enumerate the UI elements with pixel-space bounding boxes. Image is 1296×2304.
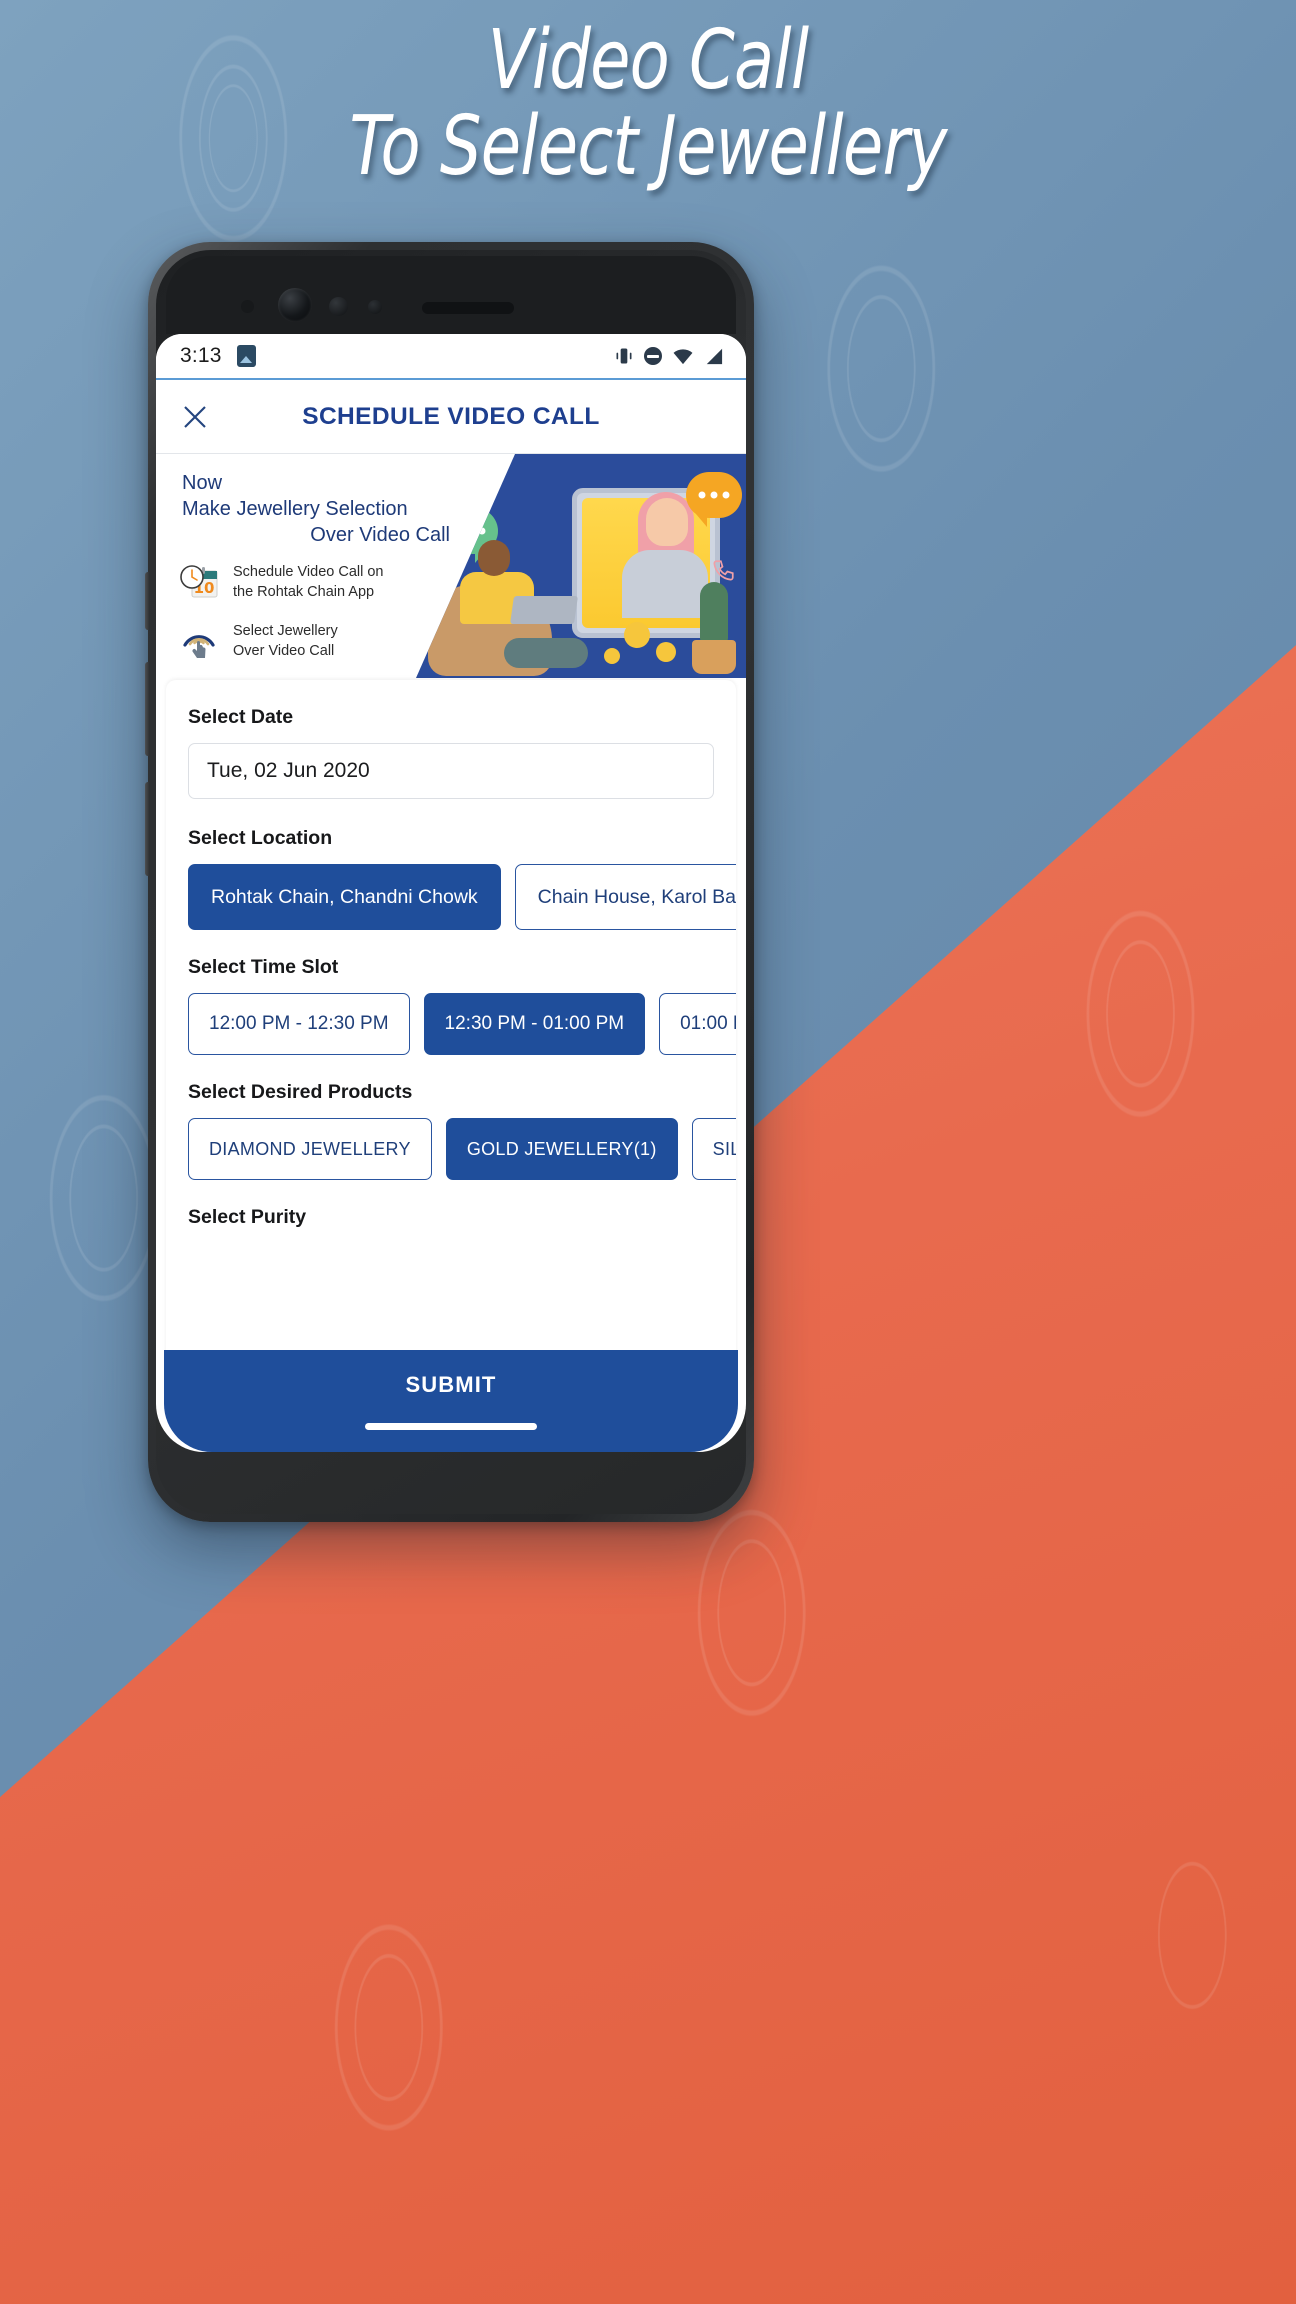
signal-icon <box>706 348 723 365</box>
app-header: SCHEDULE VIDEO CALL <box>156 380 746 454</box>
banner-line-2: Make Jewellery Selection <box>182 498 408 520</box>
date-input-value: Tue, 02 Jun 2020 <box>207 759 370 782</box>
phone-mockup: 3:13 SCHEDULE VIDEO CALL Now Make Jewell… <box>145 242 754 1522</box>
promo-banner: Now Make Jewellery Selection Over Video … <box>156 454 746 678</box>
select-location-label: Select Location <box>188 827 333 849</box>
illustration-coin <box>624 622 650 648</box>
video-camera-icon <box>452 462 497 484</box>
do-not-disturb-icon <box>644 347 662 365</box>
illustration-woman-head <box>646 498 688 546</box>
banner-feature-list: 10 Schedule Video Call on the Rohtak Cha… <box>178 562 383 678</box>
ellipsis-dots-icon <box>454 527 486 535</box>
banner-illustration <box>416 454 746 678</box>
tap-select-icon <box>178 621 220 663</box>
wifi-icon <box>673 349 693 365</box>
illustration-man-legs <box>504 638 588 668</box>
earpiece-speaker <box>422 302 514 314</box>
submit-button[interactable]: SUBMIT <box>406 1372 497 1398</box>
illustration-woman-body <box>622 550 708 618</box>
feature-text: Select Jewellery Over Video Call <box>233 622 338 661</box>
illustration-laptop <box>510 596 578 624</box>
home-indicator[interactable] <box>365 1423 537 1430</box>
status-bar-icons <box>614 346 724 366</box>
illustration-plant-pot <box>692 640 736 674</box>
feature-line-1: Schedule Video Call on <box>233 564 384 581</box>
status-bar-time: 3:13 <box>180 344 222 367</box>
location-chip-selected[interactable]: Rohtak Chain, Chandni Chowk <box>188 864 501 930</box>
illustration-chat-bubble-orange <box>686 472 742 527</box>
select-time-slot-label: Select Time Slot <box>188 956 339 978</box>
banner-line-now: Now <box>182 472 223 494</box>
feature-item: Select Jewellery Over Video Call <box>178 621 383 663</box>
phone-volume-down-button <box>145 782 150 876</box>
screenshot-icon <box>236 345 256 367</box>
product-chip[interactable]: SILVER JEWELLERY <box>691 1118 736 1180</box>
illustration-coin <box>656 642 676 662</box>
feature-item: 10 Schedule Video Call on the Rohtak Cha… <box>178 562 383 604</box>
select-purity-label: Select Purity <box>188 1206 307 1228</box>
phone-top-bezel <box>166 256 736 334</box>
page-title: SCHEDULE VIDEO CALL <box>302 402 600 430</box>
feature-line-2: the Rohtak Chain App <box>233 584 375 600</box>
phone-volume-up-button <box>145 662 150 756</box>
phone-call-icon <box>713 560 734 581</box>
close-icon[interactable] <box>180 402 210 432</box>
illustration-man-head <box>478 540 510 576</box>
date-input[interactable]: Tue, 02 Jun 2020 <box>188 743 714 799</box>
feature-text: Schedule Video Call on the Rohtak Chain … <box>233 563 383 602</box>
front-camera-icon <box>278 288 312 322</box>
secondary-camera-icon <box>329 297 348 316</box>
phone-side-button-top <box>145 572 150 630</box>
time-slot-chip-row[interactable]: 12:00 PM - 12:30 PM 12:30 PM - 01:00 PM … <box>188 993 736 1055</box>
time-slot-chip[interactable]: 12:00 PM - 12:30 PM <box>188 993 410 1055</box>
submit-bar: SUBMIT <box>164 1350 738 1452</box>
page-root: Video Call To Select Jewellery 3:13 SCHE… <box>0 0 1296 2304</box>
time-slot-chip[interactable]: 01:00 PM - 01:30 PM <box>659 993 736 1055</box>
select-date-label: Select Date <box>188 706 294 728</box>
product-chip-row[interactable]: DIAMOND JEWELLERY GOLD JEWELLERY(1) SILV… <box>188 1118 736 1180</box>
proximity-sensor-icon <box>368 300 382 314</box>
illustration-coin <box>604 648 620 664</box>
feature-line-2: Over Video Call <box>233 643 335 659</box>
product-chip-selected[interactable]: GOLD JEWELLERY(1) <box>445 1118 678 1180</box>
time-slot-chip-selected[interactable]: 12:30 PM - 01:00 PM <box>423 993 646 1055</box>
sensor-icon <box>241 300 254 313</box>
status-bar: 3:13 <box>156 334 746 380</box>
banner-line-3: Over Video Call <box>310 524 450 546</box>
select-products-label: Select Desired Products <box>188 1081 413 1103</box>
ellipsis-dots-icon <box>698 491 730 499</box>
schedule-form: Select Date Tue, 02 Jun 2020 Select Loca… <box>166 680 736 1394</box>
feature-line-1: Select Jewellery <box>233 623 338 640</box>
banner-copy: Now Make Jewellery Selection Over Video … <box>182 470 452 548</box>
vibrate-icon <box>616 348 632 364</box>
location-chip[interactable]: Chain House, Karol Bagh <box>514 864 736 930</box>
illustration-plant-leaf <box>700 582 728 644</box>
calendar-clock-icon: 10 <box>178 562 220 604</box>
product-chip[interactable]: DIAMOND JEWELLERY <box>188 1118 432 1180</box>
location-chip-row[interactable]: Rohtak Chain, Chandni Chowk Chain House,… <box>188 864 736 930</box>
phone-screen: 3:13 SCHEDULE VIDEO CALL Now Make Jewell… <box>156 334 746 1452</box>
